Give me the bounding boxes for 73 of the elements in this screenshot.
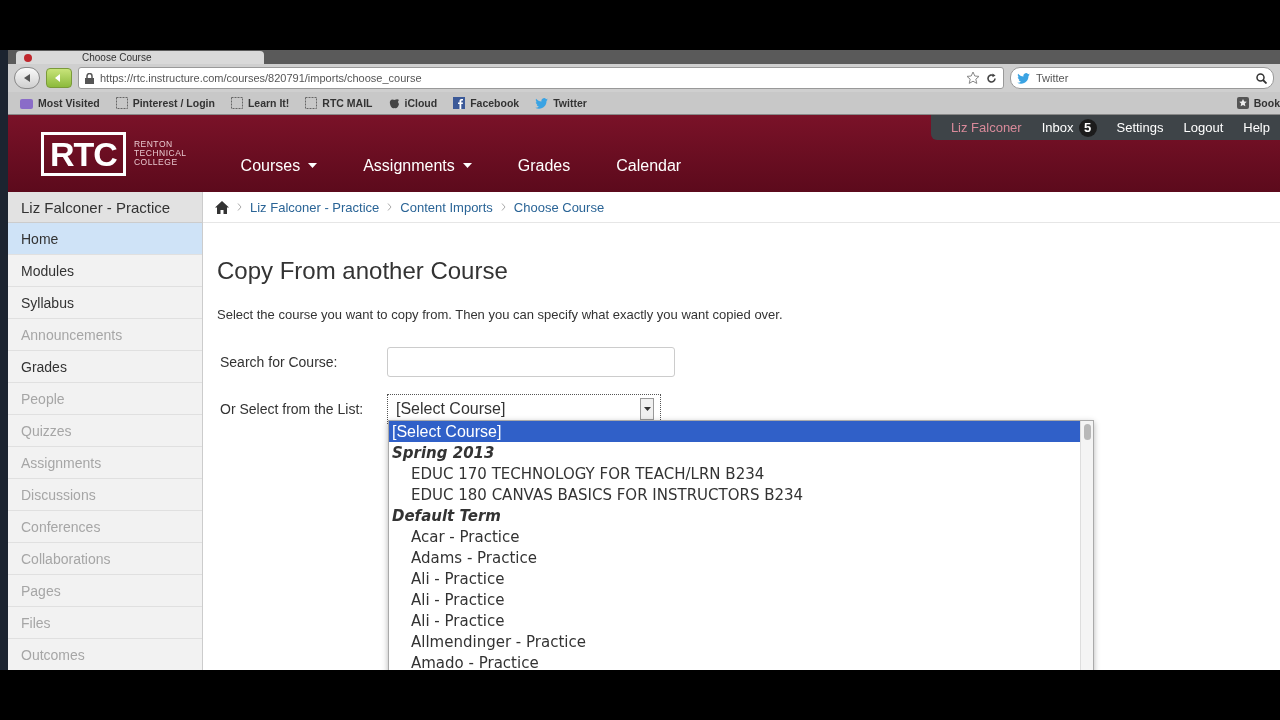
- nav-menu-item[interactable]: Calendar: [616, 156, 682, 175]
- bookmark-link[interactable]: Book: [1236, 97, 1280, 109]
- home-button[interactable]: [46, 68, 72, 88]
- dropdown-option[interactable]: EDUC 170 TECHNOLOGY FOR TEACH/LRN B234: [389, 463, 1080, 484]
- sidebar-item[interactable]: Modules: [8, 255, 202, 287]
- page-heading: Copy From another Course: [217, 257, 509, 285]
- dropdown-option[interactable]: Adams - Practice: [389, 547, 1080, 568]
- field-label: Search for Course:: [220, 354, 339, 370]
- nav-menu-item[interactable]: Assignments: [363, 156, 472, 175]
- star-icon[interactable]: [966, 71, 980, 85]
- caret-icon: [640, 398, 654, 420]
- dropdown-option[interactable]: Ali - Practice: [389, 610, 1080, 631]
- facebook-icon: [453, 97, 466, 109]
- dropdown-option[interactable]: EDUC 180 CANVAS BASICS FOR INSTRUCTORS B234: [389, 484, 1080, 505]
- apple-icon: [388, 97, 400, 109]
- lock-icon: [85, 72, 94, 84]
- search-icon[interactable]: [1256, 72, 1267, 84]
- bookmark-link[interactable]: iCloud: [388, 97, 438, 109]
- caret-icon: [462, 163, 472, 168]
- star-icon: [1236, 97, 1249, 109]
- home-icon[interactable]: [215, 200, 229, 214]
- bookmark-link[interactable]: Pinterest / Login: [115, 97, 215, 109]
- bookmark-link[interactable]: RTC MAIL: [305, 97, 373, 109]
- page-icon: [230, 97, 243, 109]
- user-link[interactable]: Help: [1243, 120, 1270, 135]
- sidebar-item[interactable]: Grades: [8, 351, 202, 383]
- option-group-label: Default Term: [391, 505, 502, 526]
- page-icon: [115, 97, 128, 109]
- user-link[interactable]: Settings: [1116, 120, 1164, 135]
- breadcrumb-link[interactable]: Content Imports: [400, 199, 493, 215]
- tab-favicon-icon: [24, 53, 32, 62]
- bookmark-link[interactable]: Twitter: [535, 97, 587, 109]
- reload-icon[interactable]: [986, 72, 997, 84]
- dropdown-option[interactable]: [Select Course]: [389, 421, 1080, 442]
- bookmark-link[interactable]: Learn It!: [230, 97, 290, 109]
- inbox-link[interactable]: Inbox 5: [1041, 118, 1097, 137]
- back-arrow-icon: [22, 73, 32, 83]
- field-label: Or Select from the List:: [220, 401, 365, 417]
- count-badge: 5: [1078, 118, 1097, 137]
- chevron-icon: [387, 203, 393, 211]
- breadcrumb-link[interactable]: Liz Falconer - Practice: [250, 199, 380, 215]
- dropdown-option[interactable]: Amado - Practice: [389, 652, 1080, 670]
- dropdown-option[interactable]: Acar - Practice: [389, 526, 1080, 547]
- bird-icon: [1017, 72, 1030, 84]
- logo-text: RENTON TECHNICAL COLLEGE: [133, 140, 187, 167]
- search-box[interactable]: Twitter: [1010, 67, 1274, 89]
- bird-icon: [535, 97, 549, 109]
- caret-icon: [308, 163, 318, 168]
- dropdown-option[interactable]: Ali - Practice: [389, 568, 1080, 589]
- sidebar-item[interactable]: Syllabus: [8, 287, 202, 319]
- dropdown-option[interactable]: Ali - Practice: [389, 589, 1080, 610]
- chevron-icon: [237, 203, 242, 211]
- browser-tab[interactable]: Choose Course: [16, 51, 264, 64]
- logo-mark: RTC: [41, 131, 126, 176]
- address-bar[interactable]: https://rtc.instructure.com/courses/820791/imports/choose_course: [78, 67, 1004, 89]
- page-icon: [305, 97, 318, 109]
- intro-text: Select the course you want to copy from. Then you can specify what exactly you want copied over.: [217, 307, 784, 322]
- dropdown-option[interactable]: Allmendinger - Practice: [389, 631, 1080, 652]
- option-group-label: Spring 2013: [391, 442, 496, 463]
- nav-menu-item[interactable]: Grades: [517, 156, 571, 175]
- nav-menu-item[interactable]: Courses: [240, 156, 318, 175]
- back-button[interactable]: [14, 67, 40, 89]
- course-search-field[interactable]: [387, 347, 675, 377]
- folder-icon: [20, 97, 33, 109]
- sidebar-item[interactable]: Home: [8, 223, 202, 255]
- breadcrumb-link[interactable]: Choose Course: [513, 199, 605, 215]
- course-title: Liz Falconer - Practice: [8, 192, 202, 223]
- user-link[interactable]: Logout: [1183, 120, 1224, 135]
- scrollbar-thumb[interactable]: [1083, 424, 1091, 440]
- bookmark-link[interactable]: Most Visited: [20, 97, 100, 109]
- chevron-icon: [500, 203, 506, 211]
- user-name-link[interactable]: Liz Falconer: [950, 120, 1022, 135]
- bookmark-link[interactable]: Facebook: [453, 97, 520, 109]
